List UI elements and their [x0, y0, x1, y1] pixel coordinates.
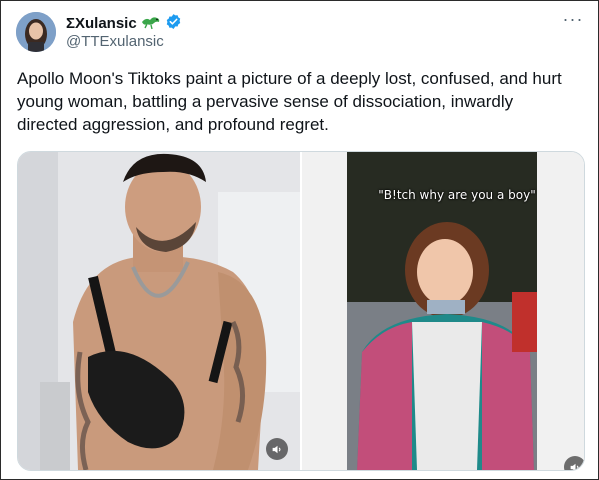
verified-badge-icon — [165, 13, 182, 35]
more-options-button[interactable]: ··· — [561, 10, 585, 31]
mute-button-right[interactable] — [564, 456, 584, 470]
speaker-icon — [570, 463, 578, 470]
media-grid: "B!tch why are you a boy" — [17, 151, 585, 471]
avatar-image — [16, 12, 56, 52]
author-name-row[interactable]: ΣXulansic — [66, 13, 182, 35]
video-thumbnail-man — [18, 152, 300, 470]
author-handle[interactable]: @TTExulansic — [66, 33, 164, 51]
mute-button-left[interactable] — [266, 438, 288, 460]
video-caption: "B!tch why are you a boy" — [378, 188, 536, 202]
speaker-icon — [272, 445, 280, 453]
media-video-right[interactable]: "B!tch why are you a boy" — [302, 152, 584, 470]
lizard-emoji-icon — [141, 14, 161, 35]
tweet-text: Apollo Moon's Tiktoks paint a picture of… — [17, 69, 562, 134]
media-video-left[interactable] — [18, 152, 300, 470]
author-display-name[interactable]: ΣXulansic — [66, 15, 137, 33]
avatar[interactable] — [16, 12, 56, 52]
tweet-card: ΣXulansic @TTExulansic ··· Apollo Moon's… — [0, 0, 599, 480]
